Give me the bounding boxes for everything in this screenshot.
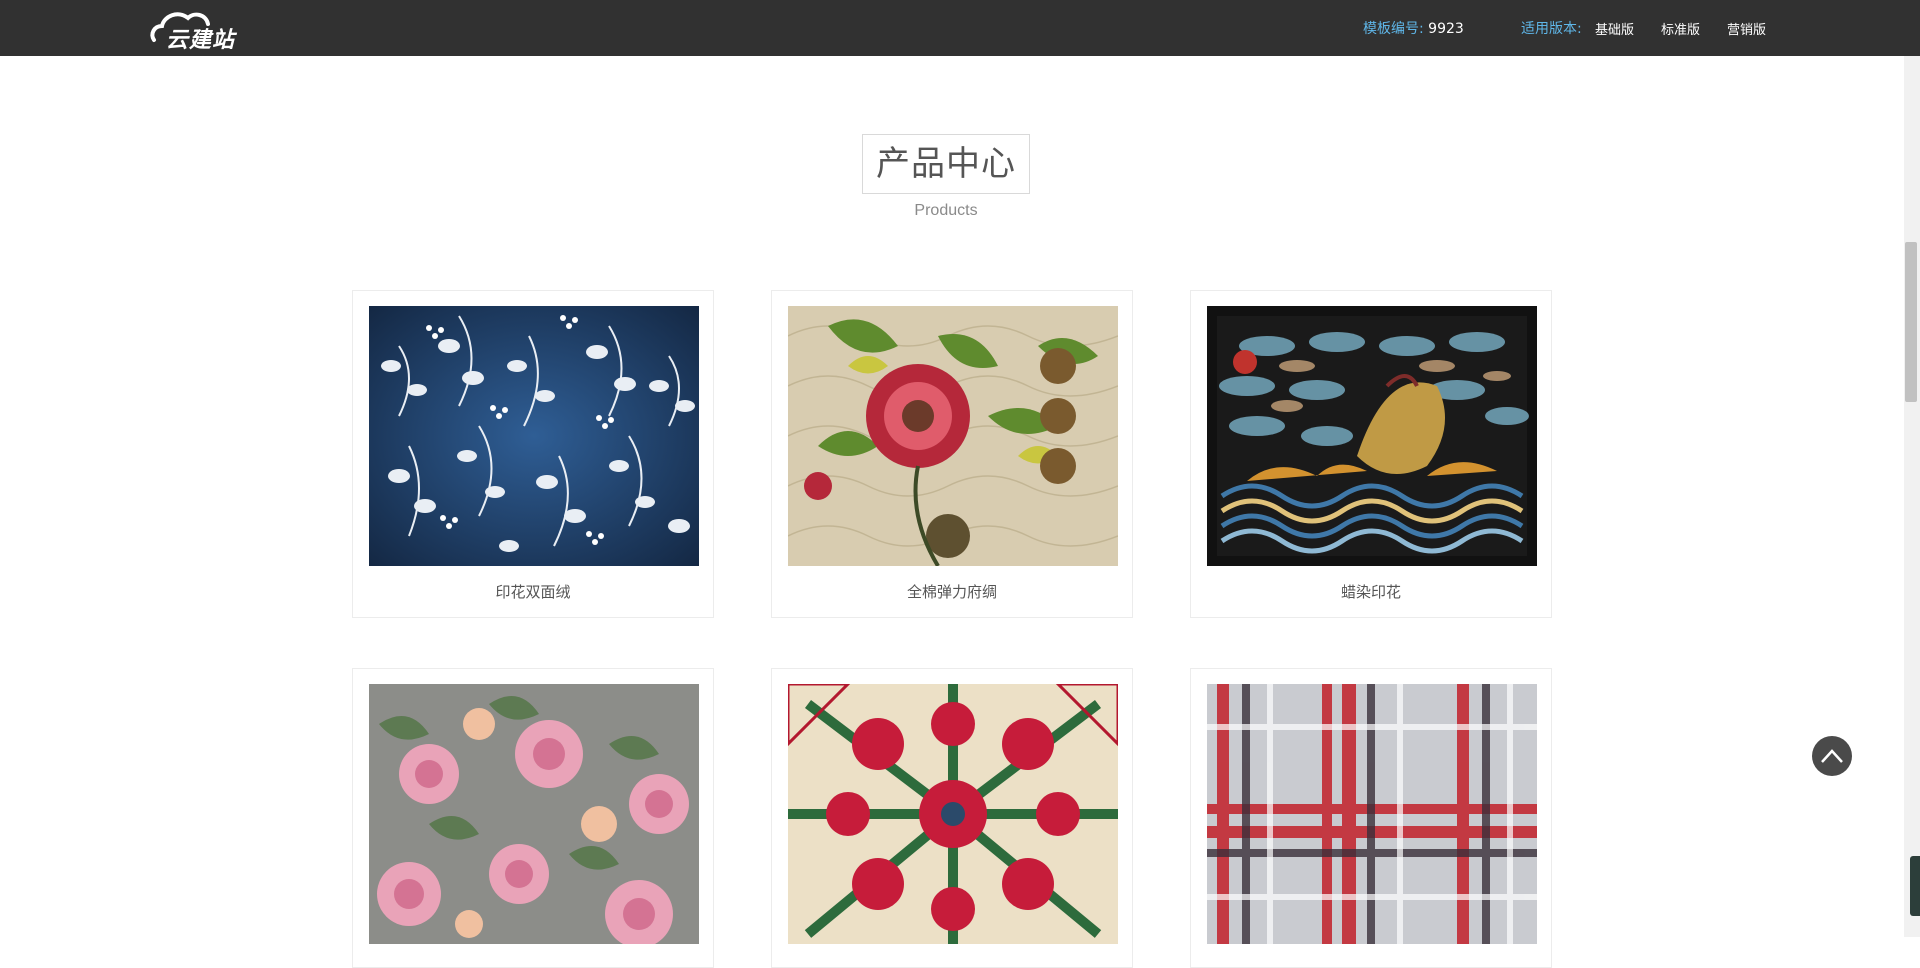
versions-label: 适用版本:: [1521, 21, 1582, 37]
product-card[interactable]: 全棉弹力府绸: [771, 290, 1133, 618]
product-name[interactable]: 全棉弹力府绸: [772, 581, 1132, 602]
product-card[interactable]: [771, 668, 1133, 968]
product-card[interactable]: 蜡染印花: [1190, 290, 1552, 618]
product-name[interactable]: 印花双面绒: [353, 581, 713, 602]
back-to-top-button[interactable]: [1812, 736, 1852, 776]
site-logo[interactable]: 云建站: [148, 4, 248, 53]
logo-text: 云建站: [166, 28, 236, 53]
version-marketing-link[interactable]: 营销版: [1727, 19, 1766, 38]
product-name[interactable]: 蜡染印花: [1191, 581, 1551, 602]
product-image[interactable]: [788, 684, 1118, 944]
top-bar: 云建站 模板编号: 9923 适用版本: 基础版 标准版 营销版: [0, 0, 1920, 56]
product-image[interactable]: [788, 306, 1118, 566]
version-standard-link[interactable]: 标准版: [1661, 19, 1700, 38]
page-scrollbar[interactable]: [1904, 56, 1920, 937]
section-title: 产品中心: [862, 134, 1030, 194]
product-image[interactable]: [1207, 306, 1537, 566]
product-card[interactable]: 印花双面绒: [352, 290, 714, 618]
product-card[interactable]: [352, 668, 714, 968]
template-number-value: 9923: [1428, 21, 1464, 37]
side-widget-tab[interactable]: [1910, 856, 1920, 916]
scrollbar-thumb[interactable]: [1905, 242, 1917, 402]
version-basic-link[interactable]: 基础版: [1595, 19, 1634, 38]
product-image[interactable]: [369, 684, 699, 944]
section-subtitle: Products: [914, 202, 978, 219]
product-image[interactable]: [369, 306, 699, 566]
product-card[interactable]: [1190, 668, 1552, 968]
chevron-up-icon: [1821, 749, 1843, 763]
template-number: 模板编号: 9923: [1363, 18, 1464, 38]
product-image[interactable]: [1207, 684, 1537, 944]
template-number-label: 模板编号:: [1363, 21, 1424, 37]
